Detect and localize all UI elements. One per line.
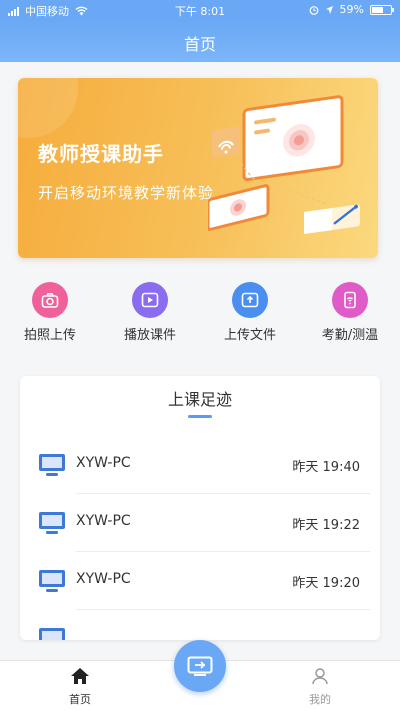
banner-subtitle: 开启移动环境教学新体验: [38, 184, 215, 202]
quick-action-label: 考勤/测温: [321, 328, 379, 343]
session-time: 昨天 19:40: [292, 460, 360, 475]
promo-banner[interactable]: 教师授课助手 开启移动环境教学新体验: [18, 78, 378, 258]
screencast-button[interactable]: [174, 640, 226, 692]
computer-icon: [39, 570, 65, 592]
battery-icon: [370, 4, 394, 15]
device-name: XYW-PC: [76, 455, 131, 471]
quick-actions: 拍照上传 播放课件 上传文件 考勤/测温: [0, 282, 400, 352]
tab-mine-label: 我的: [309, 693, 331, 706]
screencast-icon: [187, 656, 213, 676]
quick-action-upload-file[interactable]: 上传文件: [205, 282, 295, 352]
user-icon: [312, 668, 328, 685]
attendance-icon: [332, 282, 368, 318]
tab-home-label: 首页: [69, 693, 91, 706]
page-title: 首页: [183, 35, 216, 54]
session-time: 昨天 19:20: [292, 576, 360, 591]
device-name: XYW-PC: [76, 513, 131, 529]
quick-action-label: 拍照上传: [23, 328, 76, 343]
alarm-icon: [309, 5, 318, 15]
upload-icon: [232, 282, 268, 318]
main-content: 教师授课助手 开启移动环境教学新体验 拍照上传 播放课件 上传文件 考勤/测温 …: [0, 62, 400, 660]
computer-icon: [39, 628, 65, 640]
class-history-card: 上课足迹 XYW-PC 昨天 19:40 XYW-PC 昨天 19:22 XYW…: [20, 376, 380, 640]
header: 首页: [0, 20, 400, 62]
banner-title: 教师授课助手: [38, 142, 164, 166]
status-bar: 中国移动 下午 8:01 59%: [0, 0, 400, 20]
card-title: 上课足迹: [167, 390, 232, 409]
banner-decor-circle: [18, 78, 78, 138]
computer-icon: [39, 512, 65, 534]
device-name: XYW-PC: [76, 571, 131, 587]
history-row-partial[interactable]: [38, 610, 370, 640]
history-row[interactable]: XYW-PC 昨天 19:40: [38, 436, 370, 494]
home-icon: [71, 668, 89, 684]
computer-icon: [39, 454, 65, 476]
quick-action-attendance[interactable]: 考勤/测温: [305, 282, 395, 352]
session-time: 昨天 19:22: [292, 518, 360, 533]
title-underline: [188, 415, 212, 418]
camera-icon: [32, 282, 68, 318]
quick-action-label: 上传文件: [223, 328, 276, 343]
battery-percent: 59%: [339, 3, 364, 16]
quick-action-label: 播放课件: [123, 328, 176, 343]
quick-action-play-courseware[interactable]: 播放课件: [105, 282, 195, 352]
location-icon: [325, 5, 333, 14]
history-row[interactable]: XYW-PC 昨天 19:22: [38, 494, 370, 552]
tab-mine[interactable]: 我的: [292, 667, 348, 707]
teaching-illustration: [208, 95, 360, 234]
quick-action-photo-upload[interactable]: 拍照上传: [5, 282, 95, 352]
play-icon: [132, 282, 168, 318]
tab-home[interactable]: 首页: [52, 667, 108, 707]
history-row[interactable]: XYW-PC 昨天 19:20: [38, 552, 370, 610]
